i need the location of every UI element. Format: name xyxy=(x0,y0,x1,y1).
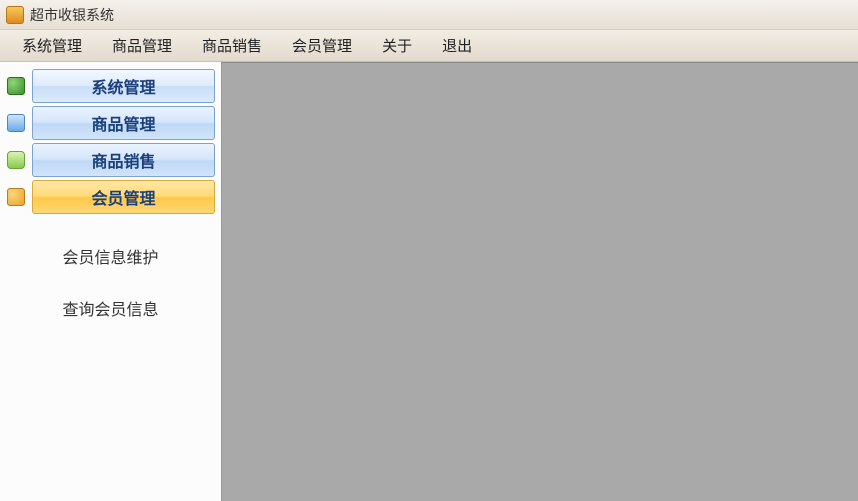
main-panel xyxy=(222,62,858,501)
menu-sales[interactable]: 商品销售 xyxy=(198,33,266,58)
sidebar-label: 会员管理 xyxy=(91,185,155,209)
device-icon xyxy=(0,114,32,132)
content-area: 系统管理 商品管理 商品销售 会员管理 会员信息维护 查询会员信息 xyxy=(0,62,858,501)
sidebar-item-sales[interactable]: 商品销售 xyxy=(0,142,221,178)
sidebar-label: 商品销售 xyxy=(91,148,155,172)
sidebar-label: 系统管理 xyxy=(91,74,155,98)
menu-bar: 系统管理 商品管理 商品销售 会员管理 关于 退出 xyxy=(0,30,858,62)
sidebar-button-member: 会员管理 xyxy=(32,180,215,214)
sidebar-item-system[interactable]: 系统管理 xyxy=(0,68,221,104)
title-bar: 超市收银系统 xyxy=(0,0,858,30)
menu-system[interactable]: 系统管理 xyxy=(18,33,86,58)
subitem-member-info[interactable]: 会员信息维护 xyxy=(0,230,221,282)
sidebar-label: 商品管理 xyxy=(91,111,155,135)
sidebar-item-member[interactable]: 会员管理 xyxy=(0,179,221,215)
menu-exit[interactable]: 退出 xyxy=(438,33,476,58)
phone-icon xyxy=(0,151,32,169)
menu-product[interactable]: 商品管理 xyxy=(108,33,176,58)
users-icon xyxy=(0,77,32,95)
sidebar-button-system: 系统管理 xyxy=(32,69,215,103)
sidebar-button-sales: 商品销售 xyxy=(32,143,215,177)
menu-about[interactable]: 关于 xyxy=(378,33,416,58)
sidebar-subitems: 会员信息维护 查询会员信息 xyxy=(0,216,221,334)
subitem-query-member[interactable]: 查询会员信息 xyxy=(0,282,221,334)
window-title: 超市收银系统 xyxy=(30,5,114,25)
sidebar-button-product: 商品管理 xyxy=(32,106,215,140)
app-icon xyxy=(6,6,24,24)
sidebar: 系统管理 商品管理 商品销售 会员管理 会员信息维护 查询会员信息 xyxy=(0,62,222,501)
sidebar-item-product[interactable]: 商品管理 xyxy=(0,105,221,141)
menu-member[interactable]: 会员管理 xyxy=(288,33,356,58)
user-icon xyxy=(0,188,32,206)
